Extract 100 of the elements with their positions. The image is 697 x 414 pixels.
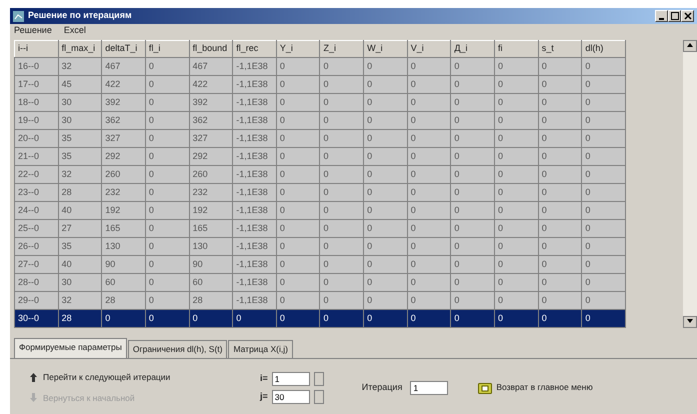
tab[interactable]: Матрица X(i,j)	[228, 340, 293, 358]
table-cell: -1,1E38	[232, 184, 276, 202]
tab[interactable]: Формируемые параметры	[14, 338, 127, 358]
table-cell: 0	[276, 76, 320, 94]
table-cell: 0	[145, 202, 190, 220]
index-field[interactable]: 1	[272, 372, 310, 386]
table-cell: 25--0	[14, 220, 58, 238]
table-cell: 0	[450, 58, 495, 76]
table-cell: 130	[102, 238, 146, 256]
table-cell: 22--0	[14, 166, 58, 184]
table-cell: 0	[320, 112, 364, 130]
table-cell: 0	[407, 292, 451, 310]
table-cell: 0	[364, 94, 408, 112]
table-cell: 0	[494, 310, 538, 328]
table-cell: 0	[582, 148, 626, 166]
table-cell: 0	[494, 166, 538, 184]
table-cell: 21--0	[14, 148, 58, 166]
table-cell: 0	[582, 58, 626, 76]
table-cell: 30	[58, 94, 102, 112]
table-cell: 0	[538, 184, 582, 202]
spin-button[interactable]	[314, 390, 324, 404]
spin-button[interactable]	[314, 372, 324, 386]
scroll-up-icon[interactable]	[687, 43, 693, 48]
table-cell: 32	[58, 292, 102, 310]
table-cell: 0	[320, 166, 364, 184]
table-cell: 0	[538, 166, 582, 184]
column-header[interactable]: i--i	[14, 40, 58, 58]
tab[interactable]: Ограничения dl(h), S(t)	[128, 340, 228, 358]
action-link[interactable]: Перейти к следующей итерации	[30, 370, 230, 384]
table-cell: 45	[58, 76, 102, 94]
menu-item[interactable]: Excel	[64, 24, 86, 38]
table-cell: 0	[364, 220, 408, 238]
table-cell: 0	[494, 130, 538, 148]
table-cell: 0	[582, 166, 626, 184]
table-cell: -1,1E38	[232, 256, 276, 274]
table-cell: 0	[582, 130, 626, 148]
table-cell: 0	[494, 256, 538, 274]
column-header[interactable]: W_i	[364, 40, 408, 58]
table-cell: -1,1E38	[232, 274, 276, 292]
table-cell: 0	[407, 310, 451, 328]
table-cell: 392	[189, 94, 233, 112]
table-cell: 0	[276, 112, 320, 130]
index-field[interactable]: 30	[272, 390, 310, 404]
table-cell: 362	[189, 112, 233, 130]
table-cell: 20--0	[14, 130, 58, 148]
table-cell: 28	[58, 184, 102, 202]
table-cell: 35	[58, 238, 102, 256]
table-cell: 0	[538, 292, 582, 310]
arrow-down-icon	[30, 393, 37, 402]
table-cell: 0	[450, 112, 495, 130]
table-cell: 0	[582, 76, 626, 94]
table-cell: 0	[494, 94, 538, 112]
table-cell: 0	[538, 148, 582, 166]
column-header[interactable]: deltaT_i	[102, 40, 146, 58]
table-cell: 24--0	[14, 202, 58, 220]
table-cell: -1,1E38	[232, 112, 276, 130]
table-cell: 0	[582, 292, 626, 310]
table-cell: 30--0	[14, 310, 58, 328]
menu-item[interactable]: Решение	[14, 24, 52, 38]
table-cell: 40	[58, 202, 102, 220]
table-cell: 0	[320, 292, 364, 310]
column-header[interactable]: fl_bound	[189, 40, 233, 58]
iteration-field[interactable]: 1	[410, 380, 448, 394]
maximize-button[interactable]	[668, 10, 681, 22]
table-cell: 0	[364, 184, 408, 202]
close-button[interactable]	[681, 10, 694, 22]
table-cell: 28--0	[14, 274, 58, 292]
table-cell: 0	[232, 310, 276, 328]
table-cell: 0	[276, 256, 320, 274]
table-cell: 0	[320, 58, 364, 76]
table-cell: 27	[58, 220, 102, 238]
table-cell: -1,1E38	[232, 292, 276, 310]
table-cell: 0	[145, 58, 190, 76]
table-cell: 0	[276, 148, 320, 166]
table-cell: 0	[538, 238, 582, 256]
table-cell: 0	[407, 112, 451, 130]
column-header[interactable]: s_t	[538, 40, 582, 58]
table-cell: 0	[276, 166, 320, 184]
column-header[interactable]: Z_i	[320, 40, 364, 58]
column-header[interactable]: Y_i	[276, 40, 320, 58]
table-cell: 0	[582, 274, 626, 292]
column-header[interactable]: fi	[494, 40, 538, 58]
vertical-scrollbar[interactable]	[683, 40, 697, 328]
column-header[interactable]: fl_rec	[232, 40, 276, 58]
column-header[interactable]: V_i	[407, 40, 451, 58]
table-cell: 0	[450, 130, 495, 148]
column-header[interactable]: Д_i	[450, 40, 495, 58]
return-button[interactable]: Возврат в главное меню	[478, 381, 593, 394]
table-cell: 0	[276, 184, 320, 202]
table-cell: 0	[320, 76, 364, 94]
column-header[interactable]: fl_i	[145, 40, 190, 58]
table-cell: 0	[320, 94, 364, 112]
table-cell: 0	[145, 130, 190, 148]
column-header[interactable]: dl(h)	[582, 40, 626, 58]
scroll-down-icon[interactable]	[687, 319, 693, 324]
table-cell: 0	[407, 202, 451, 220]
table-cell: 0	[450, 166, 495, 184]
column-header[interactable]: fl_max_i	[58, 40, 102, 58]
table-cell: 32	[58, 166, 102, 184]
minimize-button[interactable]	[655, 10, 668, 22]
